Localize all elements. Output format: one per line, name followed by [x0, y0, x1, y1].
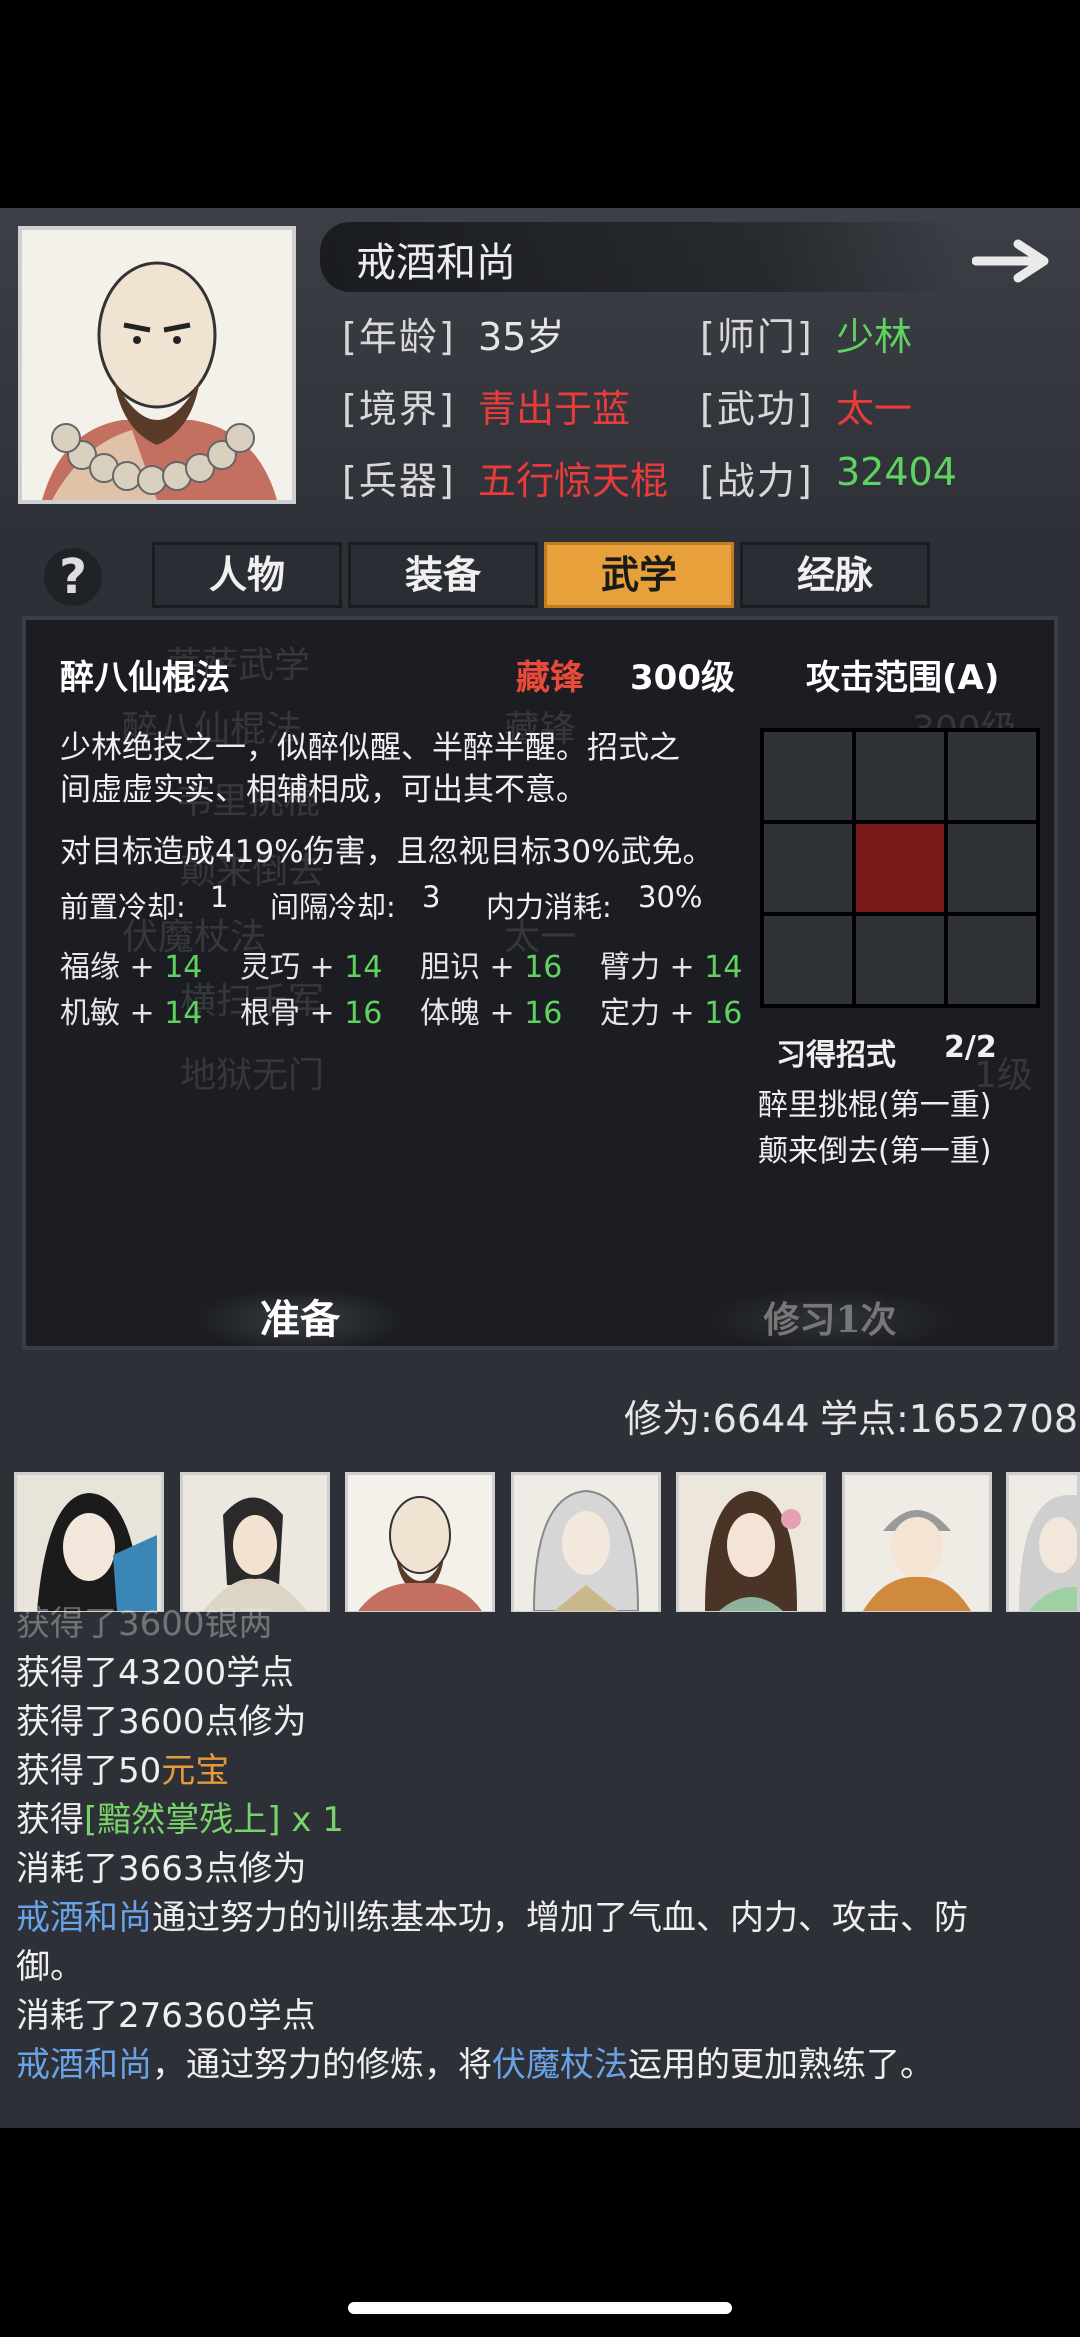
bonus-item: 胆识 + 16	[420, 950, 563, 985]
log-entry: 获得[黯然掌残上] x 1	[16, 1800, 344, 1840]
learned-move: 醉里挑棍(第一重)	[758, 1088, 992, 1123]
log-entry: 消耗了276360学点	[16, 1996, 316, 2036]
range-cell	[948, 916, 1036, 1004]
skill-name: 醉八仙棍法	[60, 658, 230, 698]
log-entry: 御。	[16, 1947, 84, 1987]
cultivation-value: 修为:6644	[624, 1397, 810, 1441]
range-cell	[948, 824, 1036, 912]
bonus-item: 定力 + 16	[600, 996, 743, 1031]
range-cell-active	[856, 824, 944, 912]
bonus-item: 机敏 + 14	[60, 996, 203, 1031]
age-value: 35岁	[478, 315, 565, 359]
weapon-label: [兵器]	[342, 459, 456, 503]
skill-effect: 对目标造成419%伤害，且忽视目标30%武免。	[60, 834, 714, 870]
interval-label: 间隔冷却:	[270, 890, 396, 924]
log-entry: 获得了50元宝	[16, 1751, 230, 1791]
log-entry: 获得了43200学点	[16, 1653, 295, 1693]
log-entry: 获得了3600点修为	[16, 1702, 307, 1742]
learned-moves-count: 2/2	[944, 1030, 997, 1065]
age-label: [年龄]	[342, 315, 456, 359]
learned-move: 颠来倒去(第一重)	[758, 1134, 992, 1169]
range-cell	[856, 732, 944, 820]
power-label: [战力]	[700, 459, 814, 503]
learning-points-value: 学点:1652708	[820, 1397, 1079, 1441]
skill-description-line-2: 间虚虚实实、相辅相成，可出其不意。	[60, 772, 587, 808]
party-member-portrait[interactable]	[511, 1472, 661, 1614]
log-entry: 戒酒和尚，通过努力的修炼，将伏魔杖法运用的更加熟练了。	[16, 2045, 934, 2085]
party-member-portrait[interactable]	[180, 1472, 330, 1614]
home-indicator[interactable]	[348, 2302, 732, 2314]
bonus-item: 福缘 + 14	[60, 950, 203, 985]
log-entry: 获得了3600银两	[16, 1604, 273, 1644]
skill-level: 300级	[630, 658, 735, 698]
character-name: 戒酒和尚	[356, 240, 516, 286]
party-member-portrait[interactable]	[676, 1472, 826, 1614]
attack-range-grid	[760, 728, 1040, 1008]
cooldown-value: 1	[210, 880, 229, 914]
tab-martial-arts[interactable]: 武学	[544, 542, 734, 608]
tab-equipment[interactable]: 装备	[348, 542, 538, 608]
interval-value: 3	[422, 880, 441, 914]
party-member-portrait[interactable]	[842, 1472, 992, 1614]
range-cell	[764, 916, 852, 1004]
tab-character[interactable]: 人物	[152, 542, 342, 608]
range-cell	[764, 732, 852, 820]
bonus-item: 臂力 + 14	[600, 950, 743, 985]
mp-cost-value: 30%	[638, 880, 703, 914]
prepare-button[interactable]: 准备	[190, 1288, 410, 1352]
martial-label: [武功]	[700, 387, 814, 431]
mp-cost-label: 内力消耗:	[486, 890, 612, 924]
range-cell	[948, 732, 1036, 820]
help-icon[interactable]: ?	[44, 548, 102, 606]
bonus-item: 灵巧 + 14	[240, 950, 383, 985]
sect-value: 少林	[836, 315, 913, 359]
next-arrow-icon[interactable]	[971, 236, 1062, 290]
range-cell	[764, 824, 852, 912]
ghost-text: 地狱无门	[180, 1055, 325, 1096]
character-portrait[interactable]	[18, 226, 296, 504]
bonus-item: 根骨 + 16	[240, 996, 383, 1031]
party-member-portrait[interactable]	[14, 1472, 164, 1614]
bonus-item: 体魄 + 16	[420, 996, 563, 1031]
skill-state: 藏锋	[516, 658, 584, 698]
attack-range-title: 攻击范围(A)	[806, 658, 1000, 698]
cooldown-label: 前置冷却:	[60, 890, 186, 924]
sect-label: [师门]	[700, 315, 814, 359]
party-member-portrait[interactable]	[345, 1472, 495, 1614]
realm-value: 青出于蓝	[478, 387, 631, 431]
learned-moves-label: 习得招式	[776, 1038, 896, 1073]
monk-portrait-icon	[22, 230, 292, 500]
tab-meridians[interactable]: 经脉	[740, 542, 930, 608]
practice-button[interactable]: 修习1次	[700, 1288, 960, 1352]
party-member-portrait[interactable]	[1006, 1472, 1080, 1614]
power-value: 32404	[836, 450, 957, 494]
martial-value: 太一	[836, 387, 913, 431]
log-entry: 消耗了3663点修为	[16, 1849, 307, 1889]
range-cell	[856, 916, 944, 1004]
log-entry: 戒酒和尚通过努力的训练基本功，增加了气血、内力、攻击、防	[16, 1898, 968, 1938]
weapon-value: 五行惊天棍	[478, 459, 669, 503]
realm-label: [境界]	[342, 387, 456, 431]
skill-description-line-1: 少林绝技之一，似醉似醒、半醉半醒。招式之	[60, 730, 680, 766]
